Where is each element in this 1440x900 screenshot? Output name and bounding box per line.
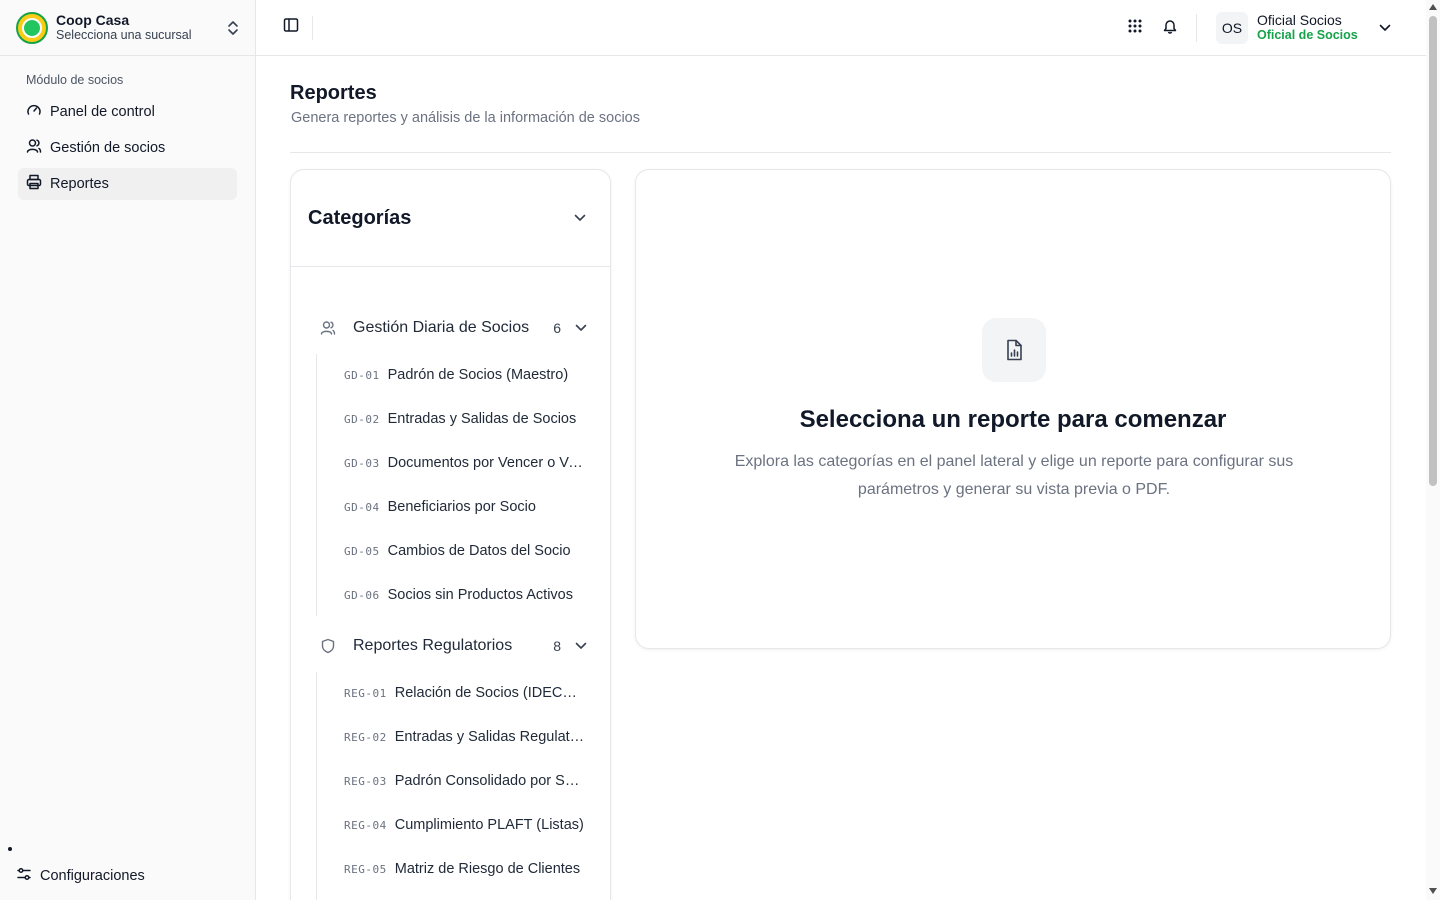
report-name: Padrón Consolidado por Sucursal: [394, 773, 586, 789]
settings-link[interactable]: Configuraciones: [16, 864, 145, 888]
toggle-sidebar-button[interactable]: [280, 16, 302, 38]
empty-state-text: Explora las categorías en el panel later…: [734, 453, 1294, 498]
apps-button[interactable]: [1124, 17, 1146, 39]
sidebar-item-label: Panel de control: [50, 104, 155, 120]
gauge-icon: [26, 102, 50, 122]
sidebar-item-label: Gestión de socios: [50, 140, 166, 156]
report-item-reg-03[interactable]: REG-03 Padrón Consolidado por Sucursal: [344, 770, 586, 792]
categories-header[interactable]: Categorías: [291, 170, 610, 267]
page-subtitle: Genera reportes y análisis de la informa…: [291, 110, 640, 126]
report-code: REG-01: [344, 686, 387, 700]
sliders-icon: [16, 866, 40, 886]
report-item-gd-06[interactable]: GD-06 Socios sin Productos Activos: [344, 584, 586, 606]
sidebar-item-panel-de-control[interactable]: Panel de control: [18, 96, 237, 128]
report-item-gd-05[interactable]: GD-05 Cambios de Datos del Socio: [344, 540, 586, 562]
report-code: GD-06: [344, 588, 380, 602]
categories-title: Categorías: [308, 206, 412, 229]
coop-logo: [16, 11, 48, 44]
report-item-reg-01[interactable]: REG-01 Relación de Socios (IDECOOP): [344, 682, 586, 704]
group-title: Gestión Diaria de Socios: [353, 319, 530, 336]
report-item-gd-04[interactable]: GD-04 Beneficiarios por Socio: [344, 496, 586, 518]
report-preview-panel: Selecciona un reporte para comenzar Expl…: [635, 169, 1391, 649]
brand-name: Coop Casa: [56, 12, 130, 29]
sidebar: Coop Casa Selecciona una sucursal Módulo…: [0, 0, 256, 900]
group-guide-line: [316, 672, 317, 900]
scroll-up-arrow-icon[interactable]: [1429, 4, 1437, 10]
report-name: Beneficiarios por Socio: [387, 499, 536, 515]
category-group-reportes-regulatorios[interactable]: Reportes Regulatorios 8: [319, 634, 587, 658]
printer-icon: [26, 174, 50, 194]
chevron-down-icon: [575, 319, 587, 337]
sidebar-item-gestion-de-socios[interactable]: Gestión de socios: [18, 132, 237, 164]
report-item-gd-01[interactable]: GD-01 Padrón de Socios (Maestro): [344, 364, 586, 386]
divider: [312, 16, 313, 40]
users-icon: [26, 138, 50, 158]
report-code: REG-04: [344, 818, 387, 832]
chevron-down-icon: [1379, 19, 1391, 37]
report-name: Matriz de Riesgo de Clientes: [394, 861, 581, 877]
category-group-gestion-diaria[interactable]: Gestión Diaria de Socios 6: [319, 316, 587, 340]
chevron-down-icon: [574, 209, 586, 227]
scroll-thumb[interactable]: [1429, 16, 1437, 486]
report-name: Cambios de Datos del Socio: [387, 543, 571, 559]
user-role: Oficial de Socios: [1257, 28, 1358, 43]
avatar[interactable]: OS: [1216, 12, 1248, 44]
report-name: Relación de Socios (IDECOOP): [394, 685, 586, 701]
divider: [290, 152, 1391, 153]
chevrons-up-down-icon: [225, 20, 241, 36]
topbar: OS Oficial Socios Oficial de Socios: [256, 0, 1426, 56]
notifications-button[interactable]: [1159, 17, 1181, 39]
user-menu[interactable]: Oficial Socios Oficial de Socios: [1257, 12, 1358, 42]
group-count: 8: [553, 638, 561, 654]
status-dot: [8, 847, 12, 851]
report-code: REG-03: [344, 774, 387, 788]
shield-icon: [319, 638, 337, 654]
report-name: Padrón de Socios (Maestro): [387, 367, 569, 383]
report-code: GD-02: [344, 412, 380, 426]
sidebar-item-label: Reportes: [50, 176, 109, 192]
chevron-down-icon: [575, 637, 587, 655]
grid-icon: [1128, 19, 1142, 38]
settings-label: Configuraciones: [40, 868, 145, 884]
group-title: Reportes Regulatorios: [353, 637, 513, 654]
report-code: GD-05: [344, 544, 380, 558]
empty-state-title: Selecciona un reporte para comenzar: [799, 406, 1227, 433]
sidebar-toggle-icon: [283, 17, 299, 38]
user-menu-toggle[interactable]: [1376, 19, 1394, 37]
report-code: GD-04: [344, 500, 380, 514]
user-name: Oficial Socios: [1257, 12, 1342, 28]
sidebar-item-reportes[interactable]: Reportes: [18, 168, 237, 200]
users-icon: [319, 320, 337, 336]
report-item-reg-05[interactable]: REG-05 Matriz de Riesgo de Clientes: [344, 858, 586, 880]
bell-icon: [1162, 18, 1178, 39]
group-guide-line: [316, 354, 317, 616]
report-name: Entradas y Salidas Regulatorias: [394, 729, 586, 745]
sidebar-section-label: Módulo de socios: [26, 73, 124, 87]
page-scrollbar[interactable]: [1426, 0, 1440, 900]
categories-panel: Categorías Gestión Diaria de Socios 6 GD…: [290, 169, 611, 900]
report-name: Socios sin Productos Activos: [387, 587, 573, 603]
report-name: Entradas y Salidas de Socios: [387, 411, 577, 427]
report-name: Documentos por Vencer o Vencidos: [387, 455, 586, 471]
report-item-reg-02[interactable]: REG-02 Entradas y Salidas Regulatorias: [344, 726, 586, 748]
scroll-down-arrow-icon[interactable]: [1429, 888, 1437, 894]
branch-switcher[interactable]: Coop Casa Selecciona una sucursal: [0, 0, 255, 56]
report-item-gd-02[interactable]: GD-02 Entradas y Salidas de Socios: [344, 408, 586, 430]
report-name: Cumplimiento PLAFT (Listas): [394, 817, 584, 833]
report-code: GD-03: [344, 456, 380, 470]
report-code: REG-02: [344, 730, 387, 744]
branch-subtitle: Selecciona una sucursal: [56, 28, 192, 43]
report-item-reg-04[interactable]: REG-04 Cumplimiento PLAFT (Listas): [344, 814, 586, 836]
report-code: REG-05: [344, 862, 387, 876]
report-item-gd-03[interactable]: GD-03 Documentos por Vencer o Vencidos: [344, 452, 586, 474]
report-code: GD-01: [344, 368, 380, 382]
report-file-icon: [982, 318, 1046, 382]
group-count: 6: [553, 320, 561, 336]
divider: [1196, 14, 1197, 42]
page-title: Reportes: [290, 82, 377, 104]
